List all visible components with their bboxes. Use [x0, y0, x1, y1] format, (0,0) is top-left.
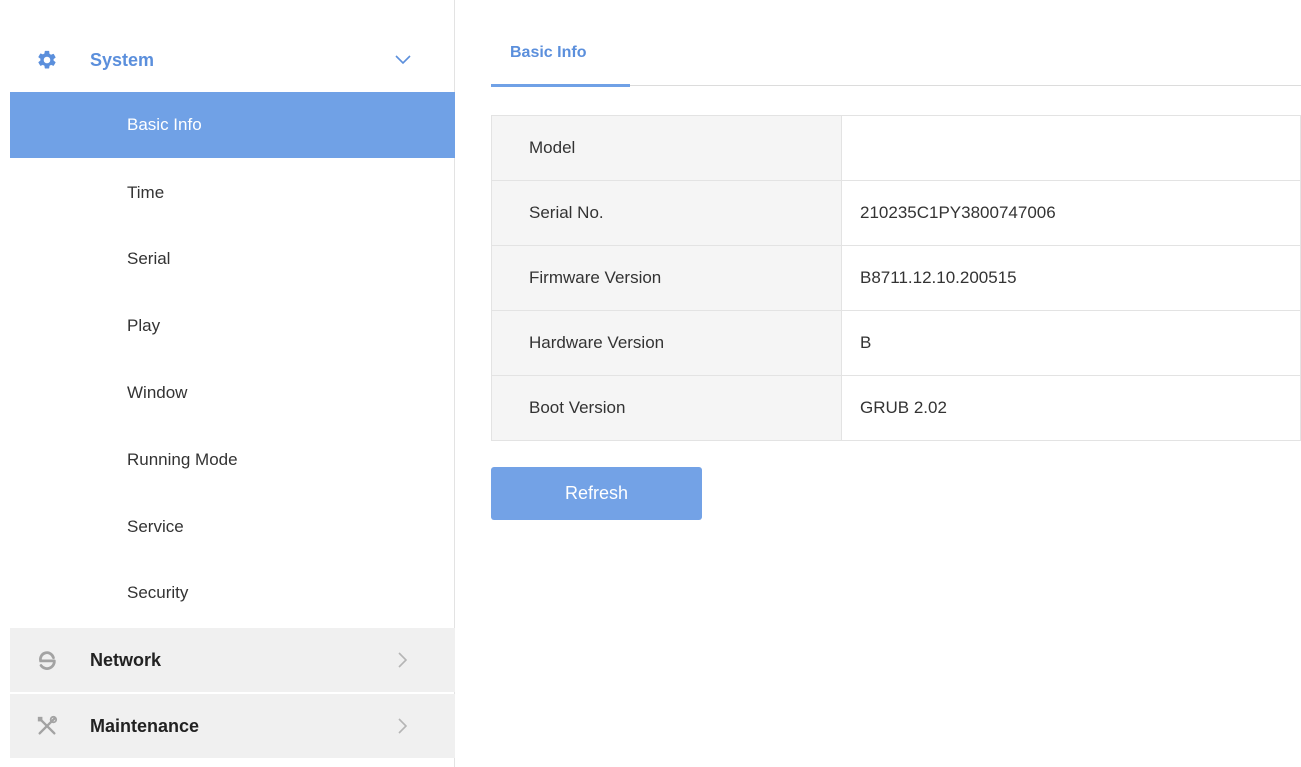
sidebar-group-maintenance[interactable]: Maintenance	[10, 694, 455, 758]
sidebar-item-basic-info[interactable]: Basic Info	[10, 92, 455, 158]
chevron-right-icon	[394, 717, 412, 735]
sidebar-group-network-label: Network	[90, 649, 162, 670]
sidebar-group-maintenance-label: Maintenance	[90, 715, 200, 736]
sidebar-group-network[interactable]: Network	[10, 628, 455, 692]
table-row: Firmware Version B8711.12.10.200515	[491, 245, 1301, 311]
sidebar-item-window[interactable]: Window	[10, 360, 455, 426]
table-row: Hardware Version B	[491, 310, 1301, 376]
chevron-right-icon	[394, 651, 412, 669]
sidebar-item-running-mode[interactable]: Running Mode	[10, 427, 455, 493]
sidebar-item-time[interactable]: Time	[10, 160, 455, 226]
tab-basic-info[interactable]: Basic Info	[491, 40, 630, 87]
firmware-version-value: B8711.12.10.200515	[841, 245, 1301, 311]
table-row: Boot Version GRUB 2.02	[491, 375, 1301, 441]
sidebar: System Basic Info Time Serial Play Windo…	[0, 0, 455, 767]
model-label: Model	[491, 115, 842, 181]
table-row: Model	[491, 115, 1301, 181]
page: System Basic Info Time Serial Play Windo…	[0, 0, 1301, 767]
sidebar-item-security[interactable]: Security	[10, 560, 455, 626]
sidebar-item-serial[interactable]: Serial	[10, 226, 455, 292]
sidebar-item-play[interactable]: Play	[10, 293, 455, 359]
table-row: Serial No. 210235C1PY3800747006	[491, 180, 1301, 246]
firmware-version-label: Firmware Version	[491, 245, 842, 311]
tools-icon	[36, 715, 58, 737]
sidebar-group-system[interactable]: System	[10, 32, 455, 88]
tab-active-indicator	[491, 84, 630, 87]
network-e-icon	[36, 649, 58, 671]
tab-bar: Basic Info	[491, 0, 1301, 87]
refresh-button[interactable]: Refresh	[491, 467, 702, 520]
boot-version-value: GRUB 2.02	[841, 375, 1301, 441]
model-value	[841, 115, 1301, 181]
chevron-down-icon	[394, 51, 412, 69]
basic-info-table: Model Serial No. 210235C1PY3800747006 Fi…	[491, 115, 1301, 441]
sidebar-group-system-label: System	[90, 49, 155, 70]
boot-version-label: Boot Version	[491, 375, 842, 441]
gear-icon	[36, 49, 58, 71]
serial-no-value: 210235C1PY3800747006	[841, 180, 1301, 246]
sidebar-item-service[interactable]: Service	[10, 494, 455, 560]
tab-basic-info-label: Basic Info	[510, 44, 587, 61]
hardware-version-label: Hardware Version	[491, 310, 842, 376]
hardware-version-value: B	[841, 310, 1301, 376]
serial-no-label: Serial No.	[491, 180, 842, 246]
